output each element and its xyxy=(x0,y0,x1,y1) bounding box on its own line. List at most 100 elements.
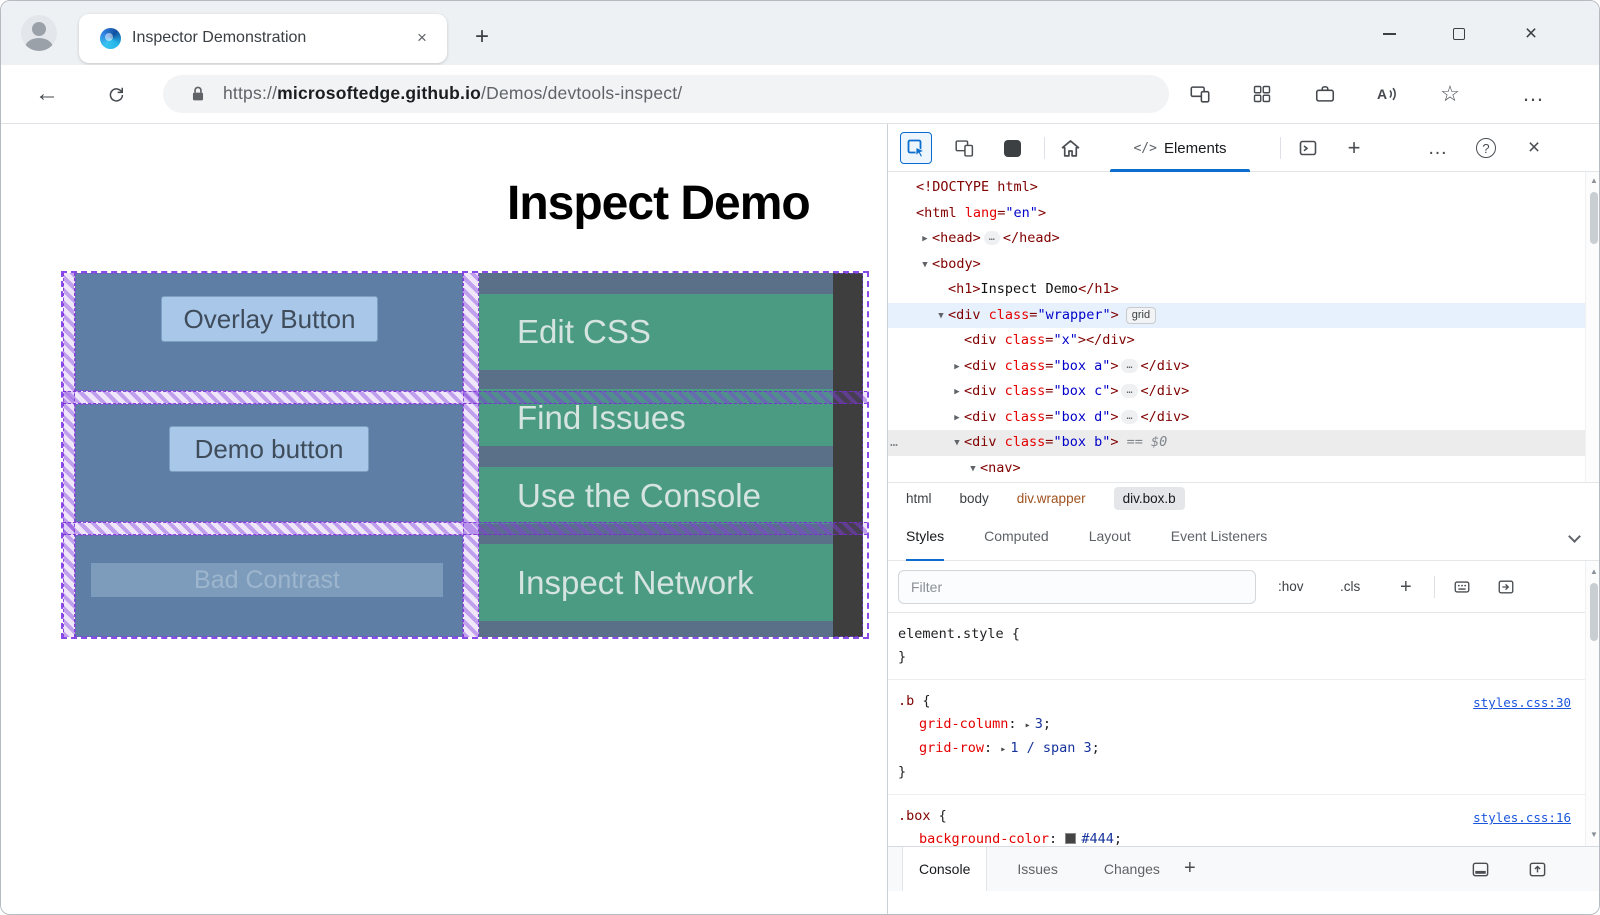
styles-scrollbar[interactable]: ▲ ▼ xyxy=(1585,561,1599,846)
dom-node[interactable]: ▼ <body> xyxy=(888,252,1585,278)
favorites-button[interactable]: ☆ xyxy=(1437,81,1463,107)
pseudo-state-toggle[interactable]: :hov xyxy=(1278,561,1304,613)
page-title: Inspect Demo xyxy=(507,177,811,230)
twisty-right-icon[interactable]: ▶ xyxy=(950,380,964,406)
tab-elements[interactable]: </> Elements xyxy=(1102,124,1258,172)
dom-node[interactable]: <!DOCTYPE html> xyxy=(888,175,1585,201)
css-property[interactable]: grid-row: ▸ 1 / span 3; xyxy=(898,737,1575,761)
twisty-right-icon[interactable]: ▶ xyxy=(918,227,932,253)
computed-pane-button[interactable] xyxy=(1494,575,1518,599)
dom-node[interactable]: ▼ <nav> xyxy=(888,456,1585,482)
refresh-button[interactable] xyxy=(102,80,130,108)
collections-button[interactable] xyxy=(1312,81,1338,107)
scroll-up-icon[interactable]: ▲ xyxy=(1586,174,1599,188)
twisty-down-icon[interactable]: ▼ xyxy=(934,304,948,330)
font-editor-button[interactable] xyxy=(1450,575,1474,599)
add-tools-button[interactable]: + xyxy=(1338,132,1370,164)
twisty-right-icon[interactable]: ▶ xyxy=(950,406,964,432)
tab-styles[interactable]: Styles xyxy=(906,513,945,561)
breadcrumb-item[interactable]: html xyxy=(906,491,932,506)
drawer-add-button[interactable]: + xyxy=(1184,847,1196,891)
window-close-button[interactable]: × xyxy=(1517,20,1545,48)
dom-node[interactable]: <h1>Inspect Demo</h1> xyxy=(888,277,1585,303)
expand-shorthand-icon[interactable]: ▸ xyxy=(1025,720,1031,731)
twisty-down-icon[interactable]: ▼ xyxy=(918,253,932,279)
breadcrumb-item[interactable]: div.box.b xyxy=(1113,487,1185,510)
dom-node[interactable]: <div class="x"></div> xyxy=(888,328,1585,354)
scroll-up-icon[interactable]: ▲ xyxy=(1586,565,1599,579)
nav-link[interactable]: Inspect Network xyxy=(479,544,833,621)
css-property[interactable]: grid-column: ▸ 3; xyxy=(898,713,1575,737)
breadcrumb-item[interactable]: div.wrapper xyxy=(1017,491,1086,506)
style-rule: element.style {} xyxy=(888,613,1585,680)
dom-node[interactable]: ▶ <div class="box a">… </div> xyxy=(888,354,1585,380)
drawer-tab-changes[interactable]: Changes xyxy=(1088,847,1176,891)
close-devtools-button[interactable]: × xyxy=(1518,132,1550,164)
browser-tab[interactable]: Inspector Demonstration × xyxy=(79,14,447,63)
color-swatch[interactable] xyxy=(1065,833,1077,844)
devices-button[interactable] xyxy=(1187,81,1213,107)
style-rule: .box {styles.css:16 background-color: #44… xyxy=(888,795,1585,846)
focus-page-button[interactable] xyxy=(996,132,1028,164)
dom-scrollbar[interactable]: ▲ xyxy=(1585,172,1599,482)
bad-contrast-button[interactable]: Bad Contrast xyxy=(91,563,443,597)
class-toggle[interactable]: .cls xyxy=(1340,561,1360,613)
rule-selector[interactable]: .box xyxy=(898,808,931,824)
dock-icon xyxy=(1472,862,1488,876)
scrollbar-thumb[interactable] xyxy=(1590,192,1598,244)
home-tab-button[interactable] xyxy=(1054,132,1086,164)
css-property[interactable]: background-color: #444; xyxy=(898,828,1575,846)
scrollbar-thumb[interactable] xyxy=(1590,583,1598,641)
expand-drawer-button[interactable] xyxy=(1525,857,1549,881)
breadcrumb-item[interactable]: body xyxy=(960,491,989,506)
devtools-panel: </> Elements + … ? × <!DOCTYPE html> <htm… xyxy=(887,124,1599,914)
browser-menu-button[interactable]: … xyxy=(1520,81,1546,107)
demo-button[interactable]: Demo button xyxy=(169,426,369,472)
expand-shorthand-icon[interactable]: ▸ xyxy=(1000,744,1006,755)
nav-link[interactable]: Use the Console xyxy=(479,467,833,524)
tab-close-icon[interactable]: × xyxy=(411,27,433,49)
dom-node[interactable]: ▶ <div class="box c">… </div> xyxy=(888,379,1585,405)
read-aloud-button[interactable]: A xyxy=(1373,81,1399,107)
help-button[interactable]: ? xyxy=(1470,132,1502,164)
overlay-button[interactable]: Overlay Button xyxy=(161,296,378,342)
open-console-button[interactable] xyxy=(1292,132,1324,164)
nav-link[interactable]: Edit CSS xyxy=(479,294,833,370)
apps-grid-icon xyxy=(1253,85,1271,103)
stylesheet-link[interactable]: styles.css:30 xyxy=(1473,691,1571,714)
dom-tree[interactable]: <!DOCTYPE html> <html lang="en"> ▶ <head>… <… xyxy=(888,172,1585,482)
profile-avatar[interactable] xyxy=(21,15,57,51)
dom-node[interactable]: ▼ <div class="wrapper"> grid xyxy=(888,302,1585,330)
drawer-tab-console[interactable]: Console xyxy=(902,847,988,891)
apps-grid-button[interactable] xyxy=(1249,81,1275,107)
stylesheet-link[interactable]: styles.css:16 xyxy=(1473,806,1571,829)
styles-rules[interactable]: element.style {} .b {styles.css:30 grid-co… xyxy=(888,613,1585,846)
toolbar-divider xyxy=(1434,576,1435,598)
dom-node[interactable]: ▶ <div class="box d">… </div> xyxy=(888,405,1585,431)
twisty-down-icon[interactable]: ▼ xyxy=(950,431,964,457)
device-emulation-button[interactable] xyxy=(948,132,980,164)
rule-selector[interactable]: .b xyxy=(898,693,914,709)
dom-node[interactable]: … ▼ <div class="box b"> == $0 xyxy=(888,430,1585,456)
tab-event-listeners[interactable]: Event Listeners xyxy=(1171,513,1268,561)
dom-node[interactable]: <html lang="en"> xyxy=(888,201,1585,227)
node-menu-icon[interactable]: … xyxy=(890,430,898,456)
tab-layout[interactable]: Layout xyxy=(1089,513,1131,561)
rule-selector[interactable]: element.style xyxy=(898,626,1004,642)
twisty-down-icon[interactable]: ▼ xyxy=(966,457,980,483)
dock-drawer-button[interactable] xyxy=(1468,857,1492,881)
scroll-down-icon[interactable]: ▼ xyxy=(1586,828,1599,842)
url-bar[interactable]: https://microsoftedge.github.io/Demos/de… xyxy=(163,75,1169,113)
tab-computed[interactable]: Computed xyxy=(984,513,1049,561)
minimize-button[interactable] xyxy=(1375,20,1403,48)
inspect-element-button[interactable] xyxy=(900,132,932,164)
new-style-rule-button[interactable]: + xyxy=(1400,561,1412,613)
devtools-more-button[interactable]: … xyxy=(1422,132,1454,164)
new-tab-button[interactable]: + xyxy=(467,23,497,53)
drawer-tab-issues[interactable]: Issues xyxy=(1001,847,1073,891)
back-button[interactable]: ← xyxy=(33,80,61,108)
dom-node[interactable]: ▶ <head>… </head> xyxy=(888,226,1585,252)
maximize-button[interactable] xyxy=(1445,20,1473,48)
style-filter-input[interactable] xyxy=(898,570,1256,604)
twisty-right-icon[interactable]: ▶ xyxy=(950,355,964,381)
